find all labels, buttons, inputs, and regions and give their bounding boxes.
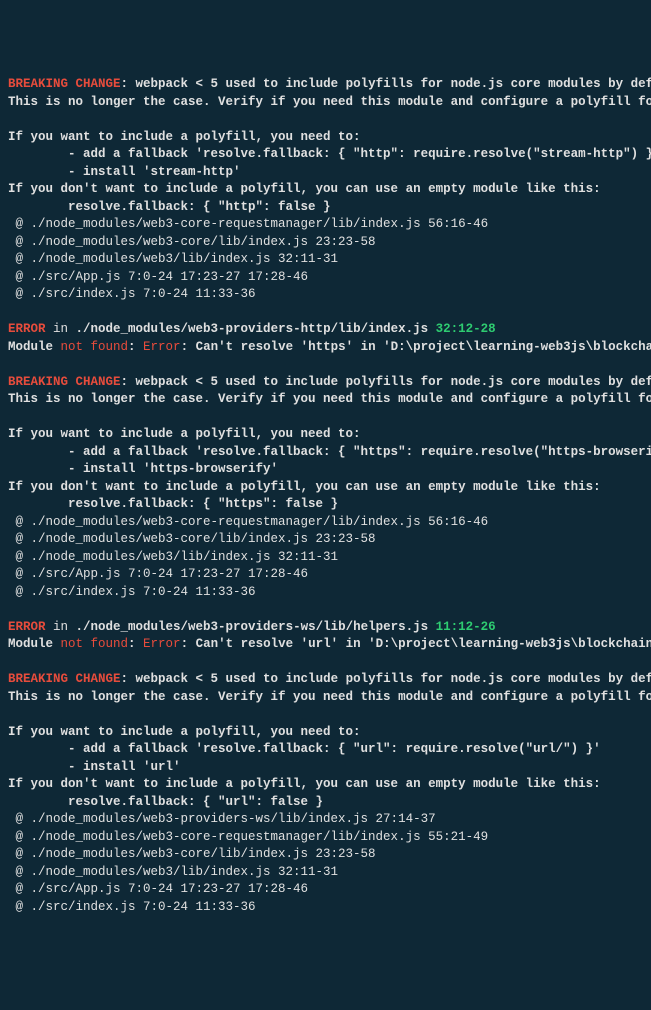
stack-frame: @ ./node_modules/web3-core/lib/index.js …: [8, 531, 643, 549]
fallback-line: - add a fallback 'resolve.fallback: { "h…: [8, 146, 643, 164]
error-header: ERROR in ./node_modules/web3-providers-h…: [8, 321, 643, 339]
stack-frame: @ ./node_modules/web3/lib/index.js 32:11…: [8, 864, 643, 882]
breaking-msg: : webpack < 5 used to include polyfills …: [121, 77, 651, 91]
error-word: Error: [143, 637, 181, 651]
stack-frame: @ ./src/index.js 7:0-24 11:33-36: [8, 286, 643, 304]
stack-frame: @ ./node_modules/web3-providers-ws/lib/i…: [8, 811, 643, 829]
stack-frame: @ ./node_modules/web3-core-requestmanage…: [8, 216, 643, 234]
fallback-line: - add a fallback 'resolve.fallback: { "h…: [8, 444, 643, 462]
breaking-msg2: This is no longer the case. Verify if yo…: [8, 391, 643, 409]
fallback-line: - add a fallback 'resolve.fallback: { "u…: [8, 741, 643, 759]
empty-fallback: resolve.fallback: { "http": false }: [8, 199, 643, 217]
blank-line: [8, 111, 643, 129]
install-line: - install 'https-browserify': [8, 461, 643, 479]
nopoly-header: If you don't want to include a polyfill,…: [8, 479, 643, 497]
error-file: ./node_modules/web3-providers-http/lib/i…: [76, 322, 429, 336]
colon: :: [128, 637, 143, 651]
blank-line: [8, 654, 643, 672]
colon: :: [128, 340, 143, 354]
resolve-msg: : Can't resolve 'url' in 'D:\project\lea…: [181, 637, 651, 651]
breaking-label: BREAKING CHANGE: [8, 672, 121, 686]
module-word: Module: [8, 340, 61, 354]
error-label: ERROR: [8, 620, 46, 634]
stack-frame: @ ./src/index.js 7:0-24 11:33-36: [8, 584, 643, 602]
breaking-change-line: BREAKING CHANGE: webpack < 5 used to inc…: [8, 374, 643, 392]
stack-frame: @ ./src/index.js 7:0-24 11:33-36: [8, 899, 643, 917]
install-line: - install 'url': [8, 759, 643, 777]
poly-header: If you want to include a polyfill, you n…: [8, 129, 643, 147]
module-not-found: Module not found: Error: Can't resolve '…: [8, 636, 643, 654]
breaking-msg: : webpack < 5 used to include polyfills …: [121, 375, 651, 389]
empty-fallback: resolve.fallback: { "url": false }: [8, 794, 643, 812]
poly-header: If you want to include a polyfill, you n…: [8, 724, 643, 742]
stack-frame: @ ./node_modules/web3-core/lib/index.js …: [8, 846, 643, 864]
error-loc: 11:12-26: [428, 620, 496, 634]
nopoly-header: If you don't want to include a polyfill,…: [8, 776, 643, 794]
terminal-output: BREAKING CHANGE: webpack < 5 used to inc…: [8, 76, 643, 916]
breaking-msg2: This is no longer the case. Verify if yo…: [8, 94, 643, 112]
breaking-change-line: BREAKING CHANGE: webpack < 5 used to inc…: [8, 671, 643, 689]
breaking-label: BREAKING CHANGE: [8, 77, 121, 91]
blank-line: [8, 601, 643, 619]
install-line: - install 'stream-http': [8, 164, 643, 182]
breaking-msg2: This is no longer the case. Verify if yo…: [8, 689, 643, 707]
poly-header: If you want to include a polyfill, you n…: [8, 426, 643, 444]
error-word: Error: [143, 340, 181, 354]
module-word: Module: [8, 637, 61, 651]
error-loc: 32:12-28: [428, 322, 496, 336]
in-text: in: [46, 322, 76, 336]
blank-line: [8, 409, 643, 427]
error-file: ./node_modules/web3-providers-ws/lib/hel…: [76, 620, 429, 634]
stack-frame: @ ./node_modules/web3-core-requestmanage…: [8, 829, 643, 847]
error-header: ERROR in ./node_modules/web3-providers-w…: [8, 619, 643, 637]
breaking-change-line: BREAKING CHANGE: webpack < 5 used to inc…: [8, 76, 643, 94]
error-label: ERROR: [8, 322, 46, 336]
empty-fallback: resolve.fallback: { "https": false }: [8, 496, 643, 514]
blank-line: [8, 304, 643, 322]
in-text: in: [46, 620, 76, 634]
stack-frame: @ ./src/App.js 7:0-24 17:23-27 17:28-46: [8, 566, 643, 584]
not-found: not found: [61, 637, 129, 651]
module-not-found: Module not found: Error: Can't resolve '…: [8, 339, 643, 357]
stack-frame: @ ./node_modules/web3-core/lib/index.js …: [8, 234, 643, 252]
not-found: not found: [61, 340, 129, 354]
nopoly-header: If you don't want to include a polyfill,…: [8, 181, 643, 199]
resolve-msg: : Can't resolve 'https' in 'D:\project\l…: [181, 340, 651, 354]
stack-frame: @ ./src/App.js 7:0-24 17:23-27 17:28-46: [8, 269, 643, 287]
stack-frame: @ ./node_modules/web3-core-requestmanage…: [8, 514, 643, 532]
stack-frame: @ ./node_modules/web3/lib/index.js 32:11…: [8, 251, 643, 269]
stack-frame: @ ./src/App.js 7:0-24 17:23-27 17:28-46: [8, 881, 643, 899]
breaking-msg: : webpack < 5 used to include polyfills …: [121, 672, 651, 686]
blank-line: [8, 706, 643, 724]
breaking-label: BREAKING CHANGE: [8, 375, 121, 389]
stack-frame: @ ./node_modules/web3/lib/index.js 32:11…: [8, 549, 643, 567]
blank-line: [8, 356, 643, 374]
